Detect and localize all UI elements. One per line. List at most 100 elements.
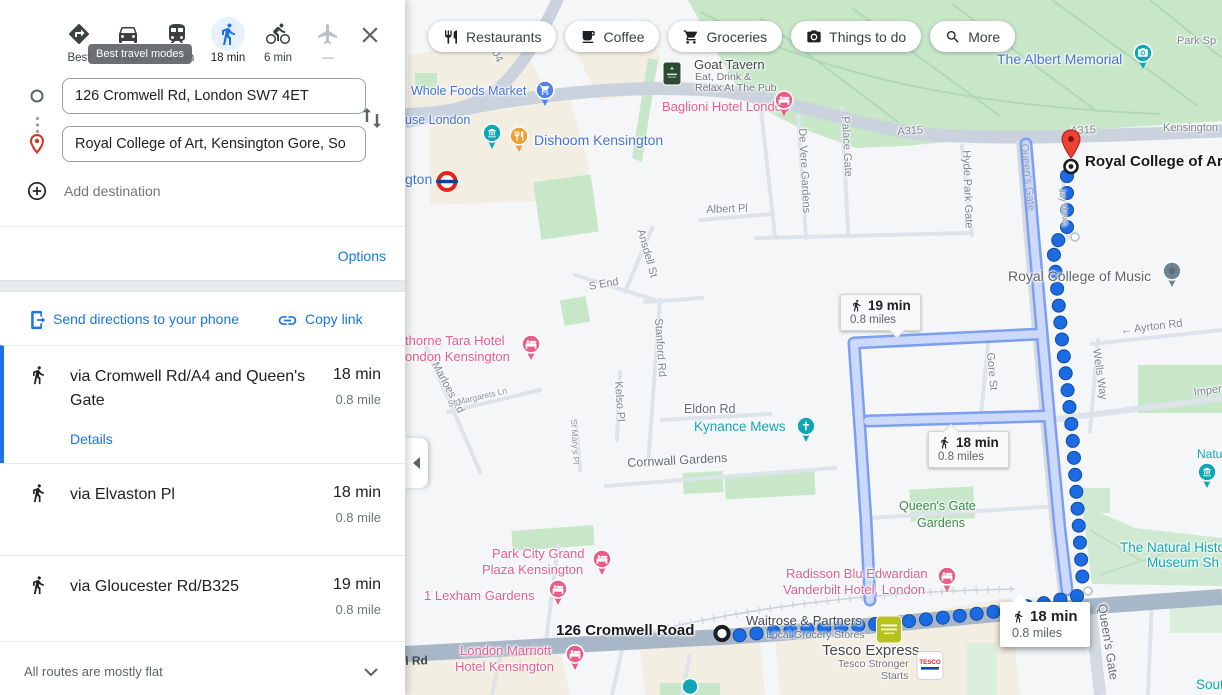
collapse-panel-button[interactable] bbox=[405, 438, 428, 488]
mode-label: — bbox=[304, 52, 352, 64]
origin-input[interactable] bbox=[62, 78, 366, 114]
museum-pin bbox=[482, 123, 502, 155]
bed-pin bbox=[521, 334, 541, 366]
mode-flight-button[interactable]: — bbox=[304, 17, 352, 64]
search-icon bbox=[945, 29, 961, 45]
church-pin bbox=[796, 416, 816, 448]
map-label: Hotel Kensington bbox=[455, 660, 554, 674]
gray-pin bbox=[1162, 261, 1182, 293]
cart-icon bbox=[683, 29, 699, 45]
chevron-left-icon bbox=[413, 457, 420, 469]
tesco-logo: TESCO bbox=[917, 651, 944, 685]
restaurant-icon bbox=[443, 29, 459, 45]
google-maps-directions-app: Whole Foods Marketuse LondonDishoom Kens… bbox=[0, 0, 1222, 695]
directions-panel: Best4 min14 min18 min6 min— Best travel … bbox=[0, 0, 405, 695]
swap-locations-button[interactable] bbox=[360, 104, 386, 134]
badge-time: 19 min bbox=[868, 298, 911, 313]
add-destination-button[interactable]: Add destination bbox=[0, 176, 405, 208]
map-route-badge-2[interactable]: 18 min0.8 miles bbox=[928, 431, 1009, 468]
copy-link-button[interactable]: Copy link bbox=[305, 311, 363, 327]
route-distance: 0.8 mile bbox=[335, 392, 381, 407]
mode-bike-button[interactable]: 6 min bbox=[254, 17, 302, 64]
link-icon bbox=[277, 310, 298, 336]
route-option-1[interactable]: via Cromwell Rd/A4 and Queen's Gate 18 mi… bbox=[0, 345, 405, 463]
target-icon bbox=[1063, 158, 1080, 180]
svg-text:TESCO: TESCO bbox=[919, 659, 941, 666]
chip-label: Coffee bbox=[603, 29, 644, 45]
cart-pin bbox=[535, 80, 555, 112]
route-option-2[interactable]: via Elvaston Pl18 min0.8 mile bbox=[0, 463, 405, 555]
goat-logo bbox=[663, 62, 682, 91]
map-label: London Marriott bbox=[460, 644, 551, 658]
chevron-down-icon bbox=[364, 664, 378, 682]
chip-things-to-do[interactable]: Things to do bbox=[791, 21, 921, 52]
destination-pin-icon bbox=[28, 134, 46, 159]
badge-distance: 0.8 miles bbox=[1012, 626, 1078, 640]
map-label: 1 Lexham Gardens bbox=[424, 589, 535, 603]
walk-icon bbox=[28, 575, 48, 600]
map-search-chips: Restaurants Coffee Groceries Things to do Mo… bbox=[428, 21, 1015, 52]
map-label: Gardens bbox=[917, 517, 965, 531]
bed-pin bbox=[774, 90, 794, 122]
mode-walk-button[interactable]: 18 min bbox=[204, 17, 252, 64]
map-label: ondon Kensington bbox=[405, 350, 510, 364]
map-label: Kensington bbox=[1163, 122, 1218, 134]
map-label: Natu bbox=[1197, 448, 1222, 461]
route-options-list: via Cromwell Rd/A4 and Queen's Gate 18 mi… bbox=[0, 345, 405, 644]
alternate-routes bbox=[854, 144, 1067, 600]
destination-input[interactable] bbox=[62, 126, 366, 162]
map-label: gton bbox=[405, 172, 432, 187]
map-label: use London bbox=[405, 114, 470, 128]
chip-restaurants[interactable]: Restaurants bbox=[428, 21, 556, 52]
map-label: thorne Tara Hotel bbox=[405, 334, 505, 348]
map-label: Tesco Stronger bbox=[838, 659, 909, 671]
route-option-3[interactable]: via Gloucester Rd/B32519 min0.8 mile bbox=[0, 555, 405, 644]
routes-flat-footer[interactable]: All routes are mostly flat bbox=[0, 641, 405, 695]
map-route-badge-3[interactable]: 18 min0.8 miles bbox=[1000, 602, 1090, 647]
chip-groceries[interactable]: Groceries bbox=[668, 21, 782, 52]
map-label: St Mary's Pl bbox=[569, 419, 581, 465]
map-label: Relax At The Pub bbox=[695, 83, 777, 95]
chip-coffee[interactable]: Coffee bbox=[565, 21, 659, 52]
bed-pin bbox=[548, 579, 568, 611]
walk-icon bbox=[28, 365, 48, 390]
bed-pin bbox=[937, 566, 957, 598]
chip-label: Things to do bbox=[829, 29, 906, 45]
plus-circle-icon bbox=[27, 181, 47, 206]
map-route-badge-1[interactable]: 19 min0.8 miles bbox=[840, 294, 921, 331]
bike-icon bbox=[261, 17, 295, 51]
send-directions-link[interactable]: Send directions to your phone bbox=[53, 311, 239, 327]
options-link[interactable]: Options bbox=[338, 248, 386, 264]
tube-icon bbox=[435, 169, 460, 199]
close-directions-button[interactable] bbox=[357, 22, 383, 48]
museum-pin bbox=[1197, 462, 1217, 494]
route-time: 18 min bbox=[333, 366, 381, 384]
badge-distance: 0.8 miles bbox=[850, 314, 911, 326]
map-label: Starts bbox=[881, 671, 908, 683]
route-details-link[interactable]: Details bbox=[70, 431, 113, 447]
map-label: Waitrose & Partners bbox=[746, 614, 862, 628]
route-title: via Elvaston Pl bbox=[70, 483, 322, 507]
walk-icon bbox=[28, 483, 48, 508]
map-label: 126 Cromwell Road bbox=[556, 623, 694, 640]
map-label: Queen's Gate bbox=[899, 500, 976, 514]
route-title: via Cromwell Rd/A4 and Queen's Gate bbox=[70, 365, 322, 413]
map-label: Royal College of Music bbox=[1008, 269, 1151, 284]
add-destination-label: Add destination bbox=[64, 183, 161, 199]
mode-label: 18 min bbox=[204, 52, 252, 64]
map-label: Albert Pl bbox=[706, 203, 748, 217]
map-label: The Albert Memorial bbox=[997, 52, 1122, 67]
map-label: Park Sp bbox=[1177, 35, 1216, 47]
chip-more[interactable]: More bbox=[930, 21, 1015, 52]
section-divider bbox=[0, 280, 405, 292]
waitrose-logo bbox=[876, 616, 902, 649]
route-time: 18 min bbox=[333, 484, 381, 502]
map-label: Kynance Mews bbox=[694, 420, 786, 435]
walk-icon bbox=[211, 17, 245, 51]
origin-circle-icon bbox=[29, 88, 45, 109]
map-label: Museum Sh bbox=[1147, 556, 1219, 571]
map-label: The Natural Histo bbox=[1120, 541, 1222, 556]
badge-time: 18 min bbox=[1030, 608, 1078, 625]
map-label: Dishoom Kensington bbox=[534, 133, 663, 148]
route-time: 19 min bbox=[333, 576, 381, 594]
